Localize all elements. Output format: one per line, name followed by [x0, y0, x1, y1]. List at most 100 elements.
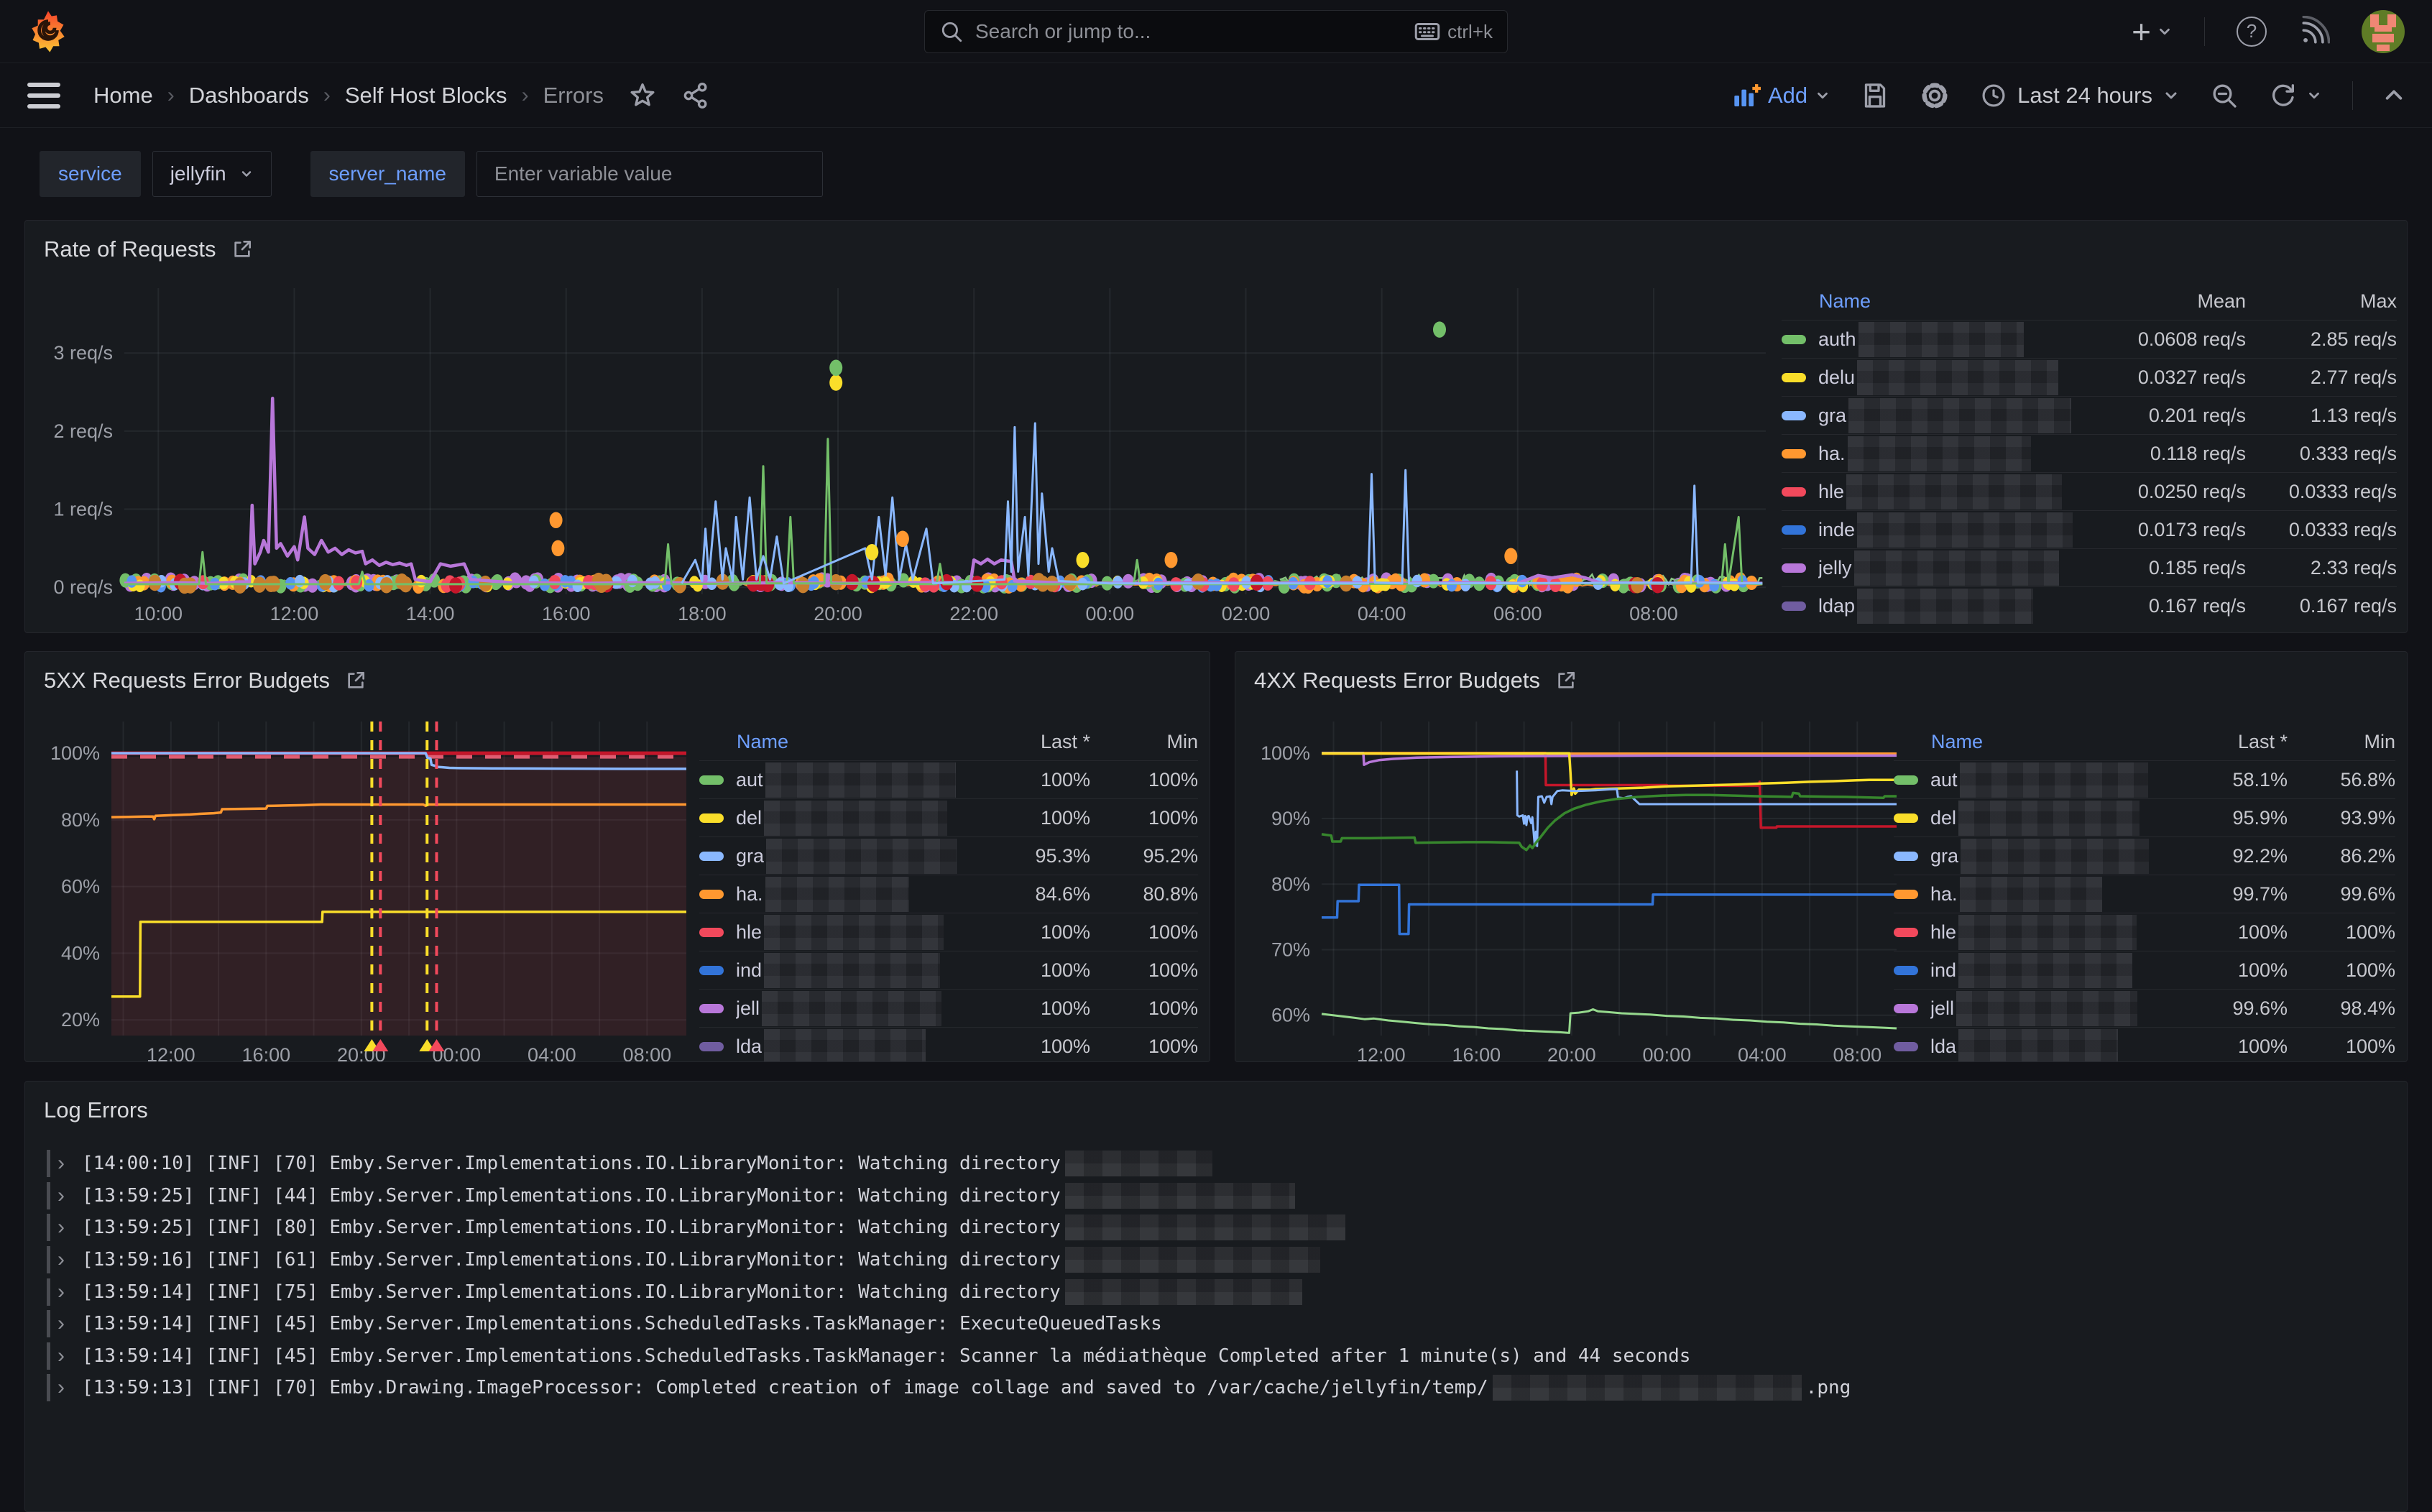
- series-name[interactable]: hle: [1818, 474, 2073, 510]
- legend-row[interactable]: lda 100% 100%: [1894, 1027, 2395, 1062]
- legend-row[interactable]: inde 0.0173 req/s 0.0333 req/s: [1782, 510, 2397, 548]
- legend-col-2[interactable]: Last *: [2165, 731, 2288, 753]
- series-name[interactable]: inde: [1818, 512, 2073, 548]
- legend-row[interactable]: ha. 0.118 req/s 0.333 req/s: [1782, 434, 2397, 472]
- series-name[interactable]: auth: [1818, 322, 2073, 357]
- log-line[interactable]: › [13:59:14] [INF] [45] Emby.Server.Impl…: [47, 1340, 2392, 1373]
- series-name[interactable]: ha.: [1930, 877, 2165, 912]
- legend-row[interactable]: lda 100% 100%: [699, 1027, 1198, 1062]
- legend-row[interactable]: delu 0.0327 req/s 2.77 req/s: [1782, 358, 2397, 396]
- log-line[interactable]: › [13:59:14] [INF] [45] Emby.Server.Impl…: [47, 1308, 2392, 1340]
- legend-row[interactable]: ind 100% 100%: [1894, 951, 2395, 989]
- variable-server-name-input[interactable]: Enter variable value: [476, 151, 823, 197]
- add-button[interactable]: Add: [1732, 81, 1830, 110]
- series-name[interactable]: gra: [1818, 398, 2073, 433]
- legend-row[interactable]: hle 100% 100%: [1894, 913, 2395, 951]
- legend-col-3[interactable]: Max: [2246, 290, 2397, 313]
- timeseries-chart[interactable]: 0 req/s1 req/s2 req/s3 req/s10:0012:0014…: [40, 278, 1772, 623]
- panel-title-text[interactable]: Rate of Requests: [44, 236, 216, 262]
- log-line[interactable]: › [13:59:25] [INF] [44] Emby.Server.Impl…: [47, 1180, 2392, 1212]
- series-name[interactable]: jelly: [1818, 550, 2073, 586]
- legend-col-2[interactable]: Last *: [968, 731, 1090, 753]
- legend-row[interactable]: gra 95.3% 95.2%: [699, 836, 1198, 875]
- series-name[interactable]: aut: [736, 762, 968, 798]
- legend-col-name[interactable]: Name: [699, 731, 968, 753]
- external-link-icon[interactable]: [231, 238, 254, 261]
- menu-icon[interactable]: [27, 83, 60, 109]
- legend-row[interactable]: ha. 99.7% 99.6%: [1894, 875, 2395, 913]
- collapse-toolbar-icon[interactable]: [2383, 85, 2405, 106]
- log-line[interactable]: › [13:59:25] [INF] [80] Emby.Server.Impl…: [47, 1212, 2392, 1244]
- news-icon[interactable]: [2298, 16, 2330, 47]
- series-name[interactable]: delu: [1818, 360, 2073, 395]
- series-name[interactable]: aut: [1930, 762, 2165, 798]
- series-name[interactable]: jell: [1930, 991, 2165, 1026]
- timeseries-chart[interactable]: 20%40%60%80%100%12:0016:0020:0000:0004:0…: [40, 709, 690, 1061]
- variable-service-select[interactable]: jellyfin: [152, 151, 272, 197]
- timeseries-chart[interactable]: 60%70%80%90%100%12:0016:0020:0000:0004:0…: [1250, 709, 1900, 1061]
- legend-col-3[interactable]: Min: [2288, 731, 2395, 753]
- series-name[interactable]: del: [1930, 801, 2165, 836]
- help-icon[interactable]: ?: [2237, 17, 2267, 47]
- series-name[interactable]: ind: [736, 953, 968, 988]
- expand-chevron-icon[interactable]: ›: [57, 1344, 82, 1368]
- legend-row[interactable]: aut 100% 100%: [699, 760, 1198, 798]
- grafana-logo[interactable]: [27, 9, 69, 54]
- legend-col-name[interactable]: Name: [1782, 290, 2073, 313]
- series-name[interactable]: ind: [1930, 953, 2165, 988]
- legend-row[interactable]: gra 92.2% 86.2%: [1894, 836, 2395, 875]
- series-name[interactable]: lda: [736, 1029, 968, 1063]
- series-name[interactable]: jell: [736, 991, 968, 1026]
- legend-row[interactable]: gra 0.201 req/s 1.13 req/s: [1782, 396, 2397, 434]
- series-name[interactable]: del: [736, 801, 968, 836]
- legend-row[interactable]: del 95.9% 93.9%: [1894, 798, 2395, 836]
- refresh-button[interactable]: [2269, 81, 2322, 110]
- expand-chevron-icon[interactable]: ›: [57, 1215, 82, 1240]
- legend-row[interactable]: hle 0.0250 req/s 0.0333 req/s: [1782, 472, 2397, 510]
- series-name[interactable]: ha.: [1818, 436, 2073, 471]
- external-link-icon[interactable]: [1554, 669, 1577, 692]
- breadcrumb-dashboards[interactable]: Dashboards: [189, 83, 309, 109]
- legend-row[interactable]: hle 100% 100%: [699, 913, 1198, 951]
- favorite-star-icon[interactable]: [628, 81, 657, 110]
- time-range-picker[interactable]: Last 24 hours: [1980, 82, 2180, 109]
- legend-row[interactable]: auth 0.0608 req/s 2.85 req/s: [1782, 320, 2397, 358]
- settings-gear-icon[interactable]: [1920, 80, 1950, 111]
- legend-row[interactable]: aut 58.1% 56.8%: [1894, 760, 2395, 798]
- zoom-out-button[interactable]: [2210, 81, 2239, 110]
- legend-row[interactable]: ldap 0.167 req/s 0.167 req/s: [1782, 586, 2397, 624]
- legend-col-3[interactable]: Min: [1090, 731, 1198, 753]
- series-name[interactable]: ldap: [1818, 589, 2073, 624]
- legend-row[interactable]: ind 100% 100%: [699, 951, 1198, 989]
- series-name[interactable]: hle: [1930, 915, 2165, 950]
- panel-title-text[interactable]: 4XX Requests Error Budgets: [1254, 668, 1540, 693]
- legend-row[interactable]: del 100% 100%: [699, 798, 1198, 836]
- log-line[interactable]: › [14:00:10] [INF] [70] Emby.Server.Impl…: [47, 1148, 2392, 1180]
- share-icon[interactable]: [681, 81, 710, 110]
- legend-row[interactable]: jell 100% 100%: [699, 989, 1198, 1027]
- series-name[interactable]: hle: [736, 915, 968, 950]
- legend-col-name[interactable]: Name: [1894, 731, 2165, 753]
- expand-chevron-icon[interactable]: ›: [57, 1312, 82, 1336]
- breadcrumb-home[interactable]: Home: [93, 83, 153, 109]
- expand-chevron-icon[interactable]: ›: [57, 1248, 82, 1272]
- legend-row[interactable]: jelly 0.185 req/s 2.33 req/s: [1782, 548, 2397, 586]
- expand-chevron-icon[interactable]: ›: [57, 1280, 82, 1304]
- legend-row[interactable]: jell 99.6% 98.4%: [1894, 989, 2395, 1027]
- expand-chevron-icon[interactable]: ›: [57, 1151, 82, 1176]
- save-button[interactable]: [1861, 81, 1889, 110]
- series-name[interactable]: gra: [1930, 839, 2165, 874]
- series-name[interactable]: lda: [1930, 1029, 2165, 1063]
- panel-title-text[interactable]: 5XX Requests Error Budgets: [44, 668, 330, 693]
- expand-chevron-icon[interactable]: ›: [57, 1184, 82, 1208]
- expand-chevron-icon[interactable]: ›: [57, 1375, 82, 1400]
- external-link-icon[interactable]: [344, 669, 367, 692]
- legend-row[interactable]: ha. 84.6% 80.8%: [699, 875, 1198, 913]
- search-input[interactable]: Search or jump to... ctrl+k: [924, 10, 1508, 53]
- log-line[interactable]: › [13:59:13] [INF] [70] Emby.Drawing.Ima…: [47, 1372, 2392, 1404]
- log-line[interactable]: › [13:59:16] [INF] [61] Emby.Server.Impl…: [47, 1244, 2392, 1276]
- new-button[interactable]: +: [2132, 15, 2173, 48]
- panel-title-text[interactable]: Log Errors: [44, 1097, 148, 1123]
- series-name[interactable]: ha.: [736, 877, 968, 912]
- breadcrumb-folder[interactable]: Self Host Blocks: [345, 83, 507, 109]
